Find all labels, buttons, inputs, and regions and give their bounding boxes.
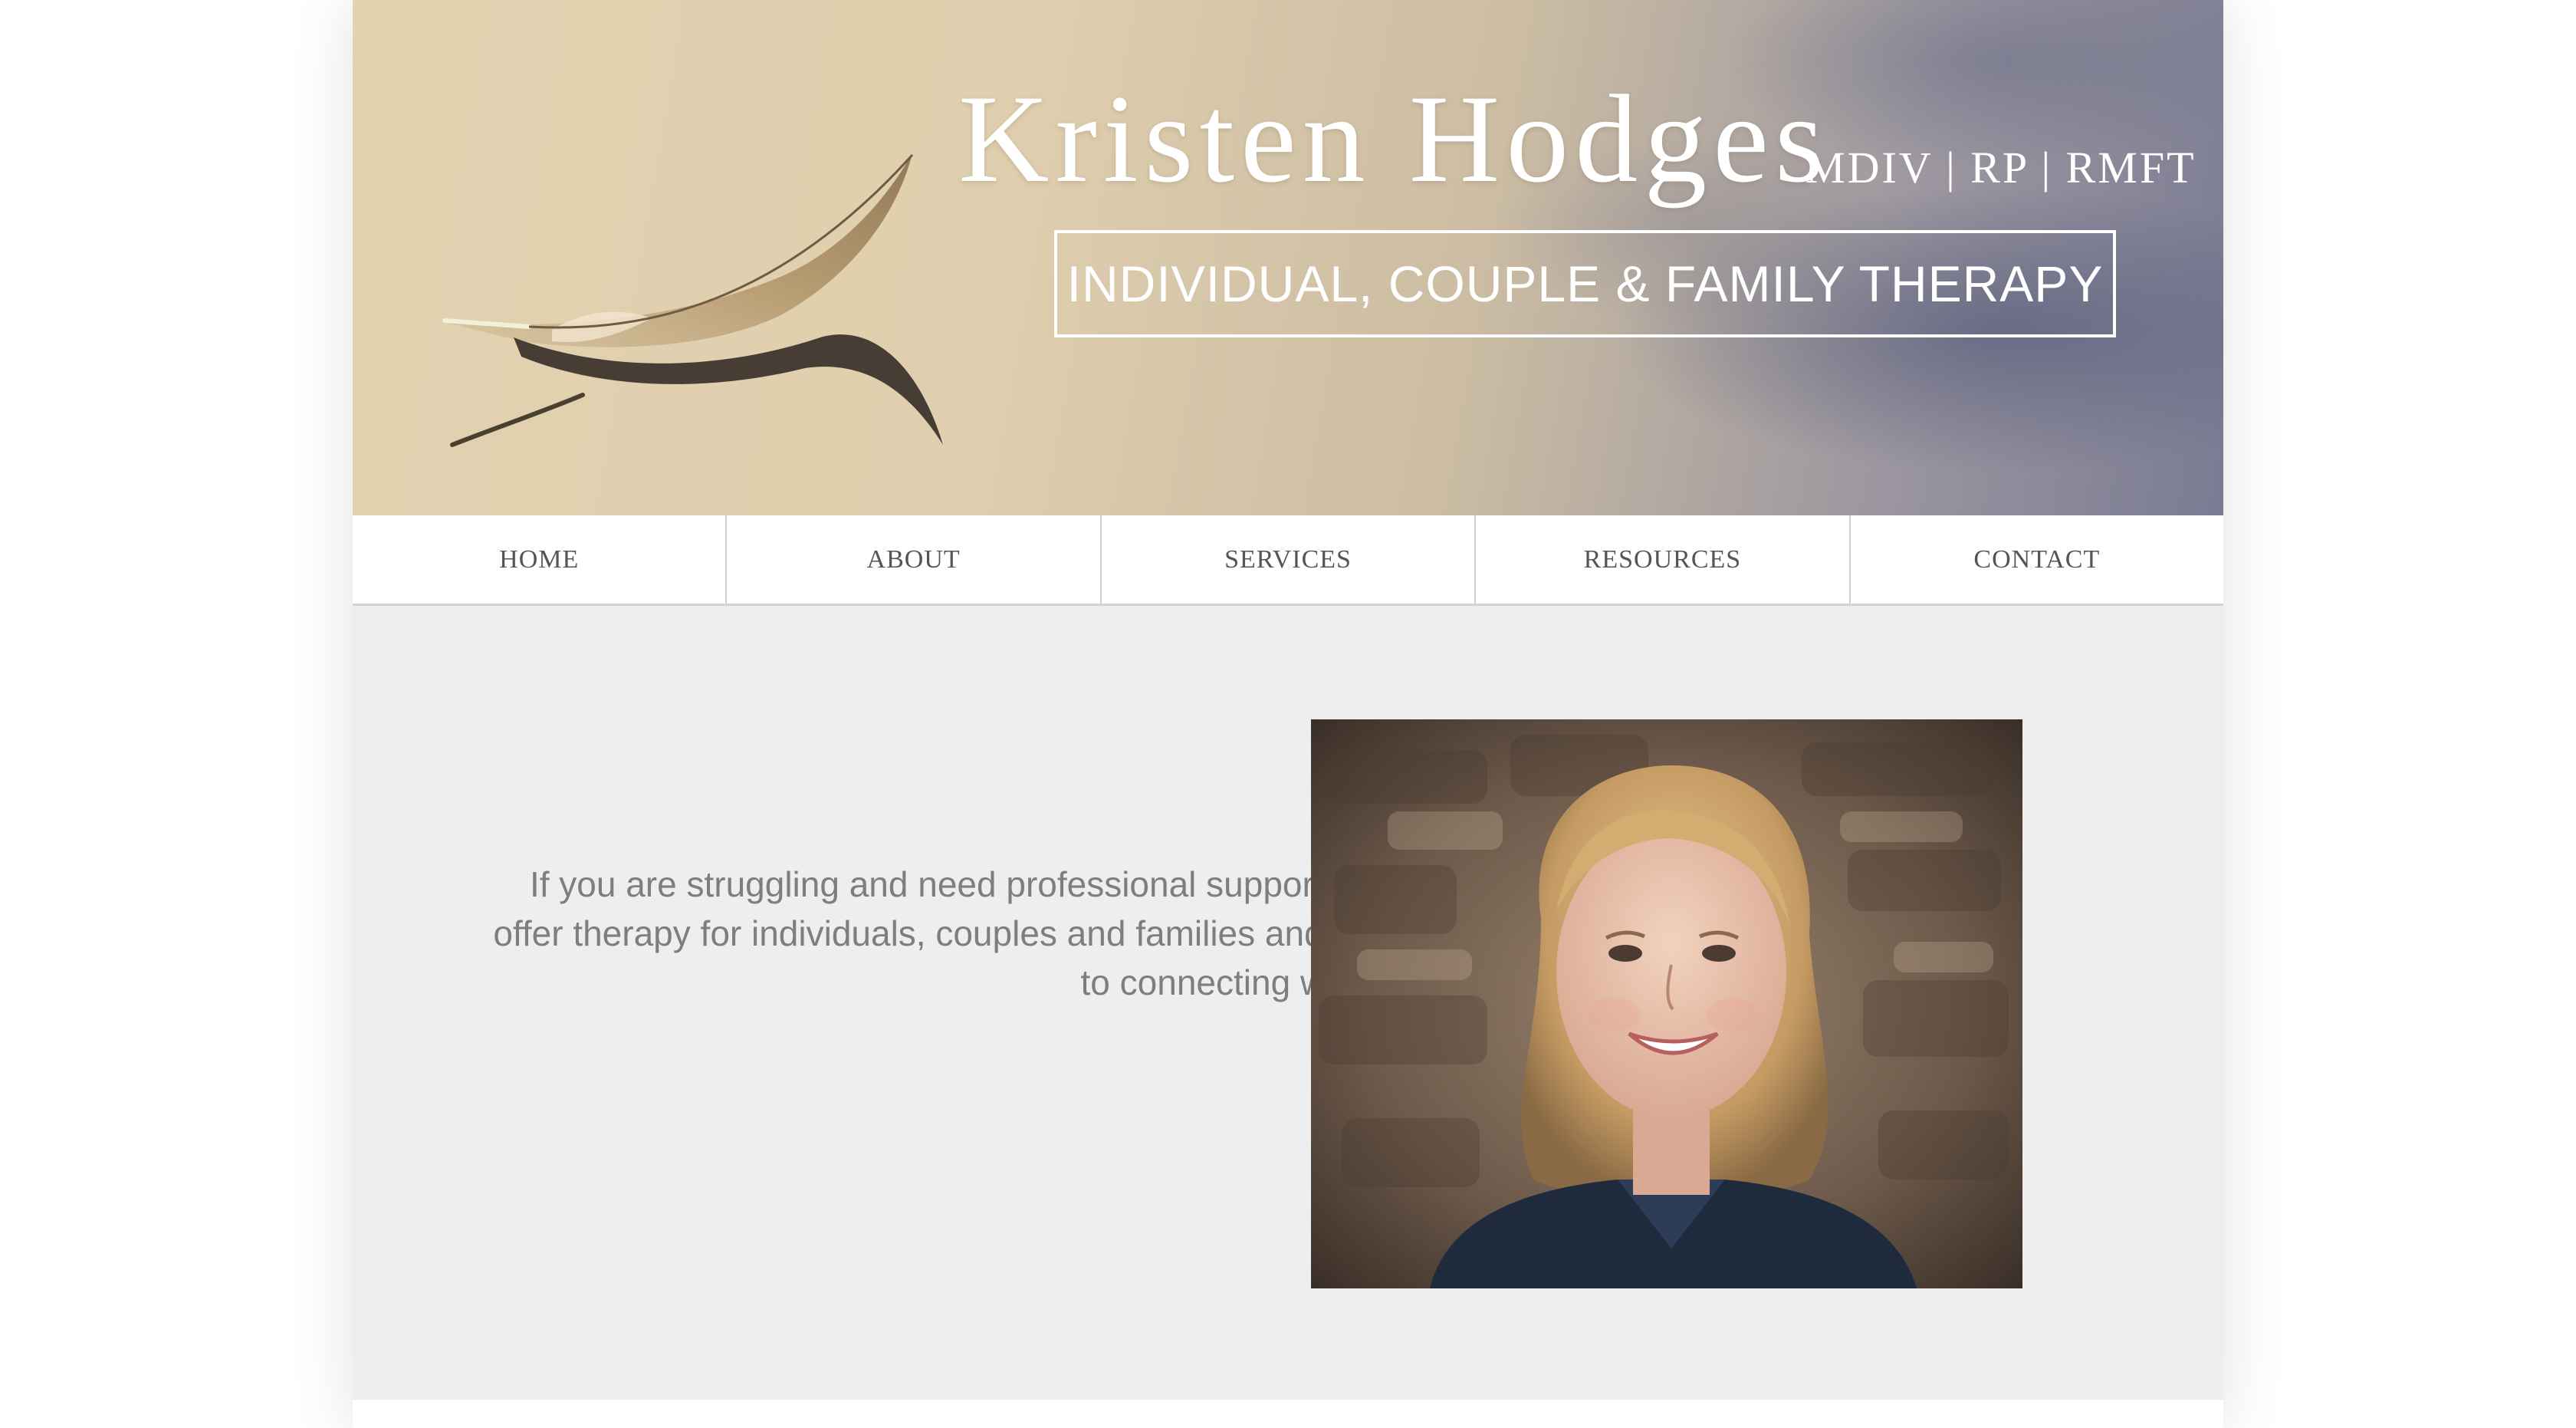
intro-section: If you are struggling and need professio… xyxy=(353,606,2223,1400)
portrait-photo xyxy=(1311,719,2022,1288)
feather-image xyxy=(442,153,943,447)
nav-item-services[interactable]: SERVICES xyxy=(1099,515,1474,604)
header-banner: Kristen Hodges MDIV | RP | RMFT INDIVIDU… xyxy=(353,0,2223,515)
nav-item-resources[interactable]: RESOURCES xyxy=(1474,515,1848,604)
tagline-box: INDIVIDUAL, COUPLE & FAMILY THERAPY xyxy=(1054,230,2116,337)
site-credentials: MDIV | RP | RMFT xyxy=(1806,143,2196,192)
nav-item-contact[interactable]: CONTACT xyxy=(1848,515,2223,604)
main-navigation: HOME ABOUT SERVICES RESOURCES CONTACT xyxy=(353,515,2223,606)
nav-item-about[interactable]: ABOUT xyxy=(725,515,1099,604)
tagline: INDIVIDUAL, COUPLE & FAMILY THERAPY xyxy=(1066,255,2104,312)
nav-item-home[interactable]: HOME xyxy=(353,515,725,604)
page-container: Kristen Hodges MDIV | RP | RMFT INDIVIDU… xyxy=(353,0,2223,1428)
footer-strip xyxy=(353,1400,2223,1428)
portrait-image xyxy=(1311,719,2022,1288)
site-title[interactable]: Kristen Hodges xyxy=(958,77,1830,202)
